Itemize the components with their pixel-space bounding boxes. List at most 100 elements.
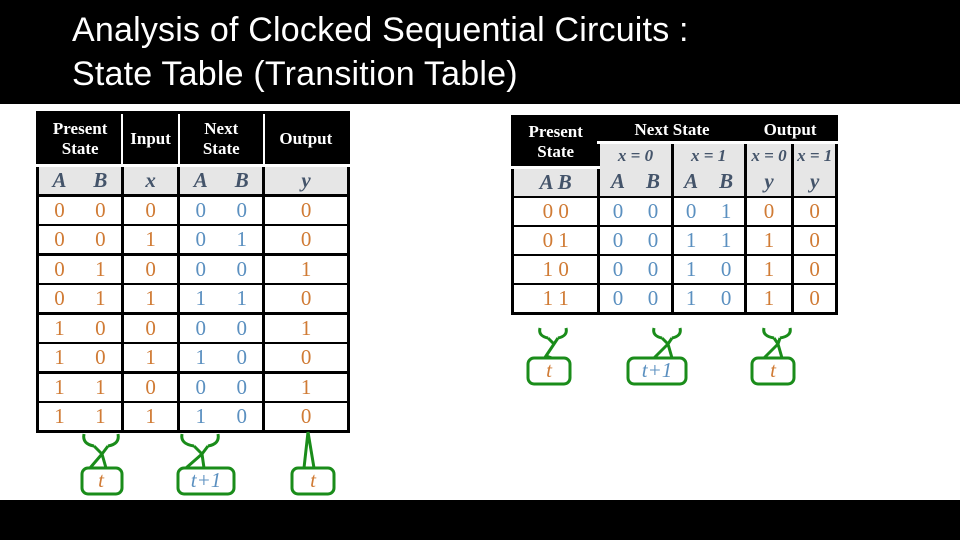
table-row: 101100 [37,342,349,373]
table-cell: 1 [262,253,349,284]
header-output-x1: x = 1 [791,142,837,168]
table-cell: 0 [120,194,179,225]
table-cell: 1 [262,371,349,402]
table-cell: 0 [37,194,80,225]
subheader-next-b: B [221,165,264,196]
table-cell: 0 [791,283,837,314]
table-cell: 0 [79,224,123,255]
state-table-left: Present State Input Next State Output A B … [36,111,350,433]
header-row: Present State Next State Output [512,116,837,169]
table-row: 110001 [37,371,349,402]
callout-right-present-state-time: t [526,327,572,386]
subheader-b: B [79,165,123,196]
table-row: 1 0001010 [512,254,837,284]
table-cell: 0 [177,224,222,255]
table-cell: 1 [262,312,349,343]
table-cell: 0 [262,224,349,255]
state-table-right: Present State Next State Output x = 0 x =… [511,115,838,315]
table-cell: 0 [597,254,636,284]
table-cell: 1 [37,371,80,402]
callout-present-state-time: t [78,433,124,496]
table-row: 000000 [37,194,349,225]
table-cell: 0 [262,194,349,225]
table-cell: 1 [79,283,123,314]
table-cell: 0 [791,254,837,284]
table-cell: 1 [120,224,179,255]
table-cell: 1 [670,254,709,284]
subheader-next-a: A [177,165,222,196]
header-next-x0: x = 0 [597,142,673,168]
table-cell: 0 [635,283,673,314]
table-cell: 1 [177,283,222,314]
table-row: 010001 [37,253,349,284]
table-cell: 1 [708,196,746,226]
table-cell: 0 [37,224,80,255]
table-cell: 1 [670,283,709,314]
table-cell: 0 [262,401,349,432]
header-output-x0: x = 0 [743,142,793,168]
table-cell: 0 [177,253,222,284]
subheader-y-x1: y [791,167,837,197]
table-cell: 1 [120,401,179,432]
table-cell: 1 [120,283,179,314]
subheader-y: y [262,165,349,196]
table-cell: 0 [708,254,746,284]
subheader-a: A [37,165,80,196]
table-row: 0 0000100 [512,196,837,226]
header-row: Present State Input Next State Output [37,112,349,167]
table-cell: 1 [120,342,179,373]
table-cell: 0 [120,253,179,284]
callout-output-time: t [290,430,336,496]
table-row: 0 1001110 [512,225,837,255]
subheader-next-b-x1: B [708,167,746,197]
header-next-x1: x = 1 [670,142,746,168]
table-cell: 0 [791,196,837,226]
table-cell: 0 [79,312,123,343]
table-cell: 0 [597,283,636,314]
callout-next-state-time: t+1 [176,433,236,496]
table-cell: 1 [79,253,123,284]
table-cell: 0 [635,254,673,284]
subheader-y-x0: y [743,167,793,197]
table-cell: 0 [221,342,264,373]
header-output: Output [745,116,837,145]
table-cell: 1 [37,401,80,432]
table-cell: 1 1 [512,283,599,314]
table-cell: 0 [597,225,636,255]
table-cell: 1 [37,312,80,343]
table-row: 001010 [37,224,349,255]
subheader-next-a-x1: A [670,167,709,197]
table-cell: 0 [262,342,349,373]
header-input: Input [121,112,179,167]
table-cell: 0 [221,371,264,402]
table-cell: 0 [791,225,837,255]
table-cell: 0 [221,194,264,225]
table-cell: 1 [743,283,793,314]
table-cell: 0 1 [512,225,599,255]
header-next-state: Next State [177,112,264,167]
subheader-next-b-x0: B [635,167,673,197]
table-cell: 1 [79,401,123,432]
title-line-1: Analysis of Clocked Sequential Circuits … [72,11,689,49]
table-cell: 1 [79,371,123,402]
callout-right-next-state-time: t+1 [626,327,688,386]
table-cell: 1 0 [512,254,599,284]
table-cell: 0 [221,401,264,432]
table-cell: 0 [743,196,793,226]
subheader-row: A B A B A B y y [512,167,837,197]
table-row: 011110 [37,283,349,314]
table-cell: 0 [708,283,746,314]
table-cell: 0 [37,253,80,284]
table-cell: 0 [120,371,179,402]
table-cell: 0 [262,283,349,314]
header-output: Output [262,112,349,167]
table-cell: 0 [177,312,222,343]
table-row: 1 1001010 [512,283,837,314]
table-cell: 0 [221,253,264,284]
table-cell: 0 [177,194,222,225]
table-row: 100001 [37,312,349,343]
table-cell: 0 0 [512,196,599,226]
table-cell: 0 [177,371,222,402]
footer-bar [0,500,960,540]
table-cell: 1 [177,342,222,373]
